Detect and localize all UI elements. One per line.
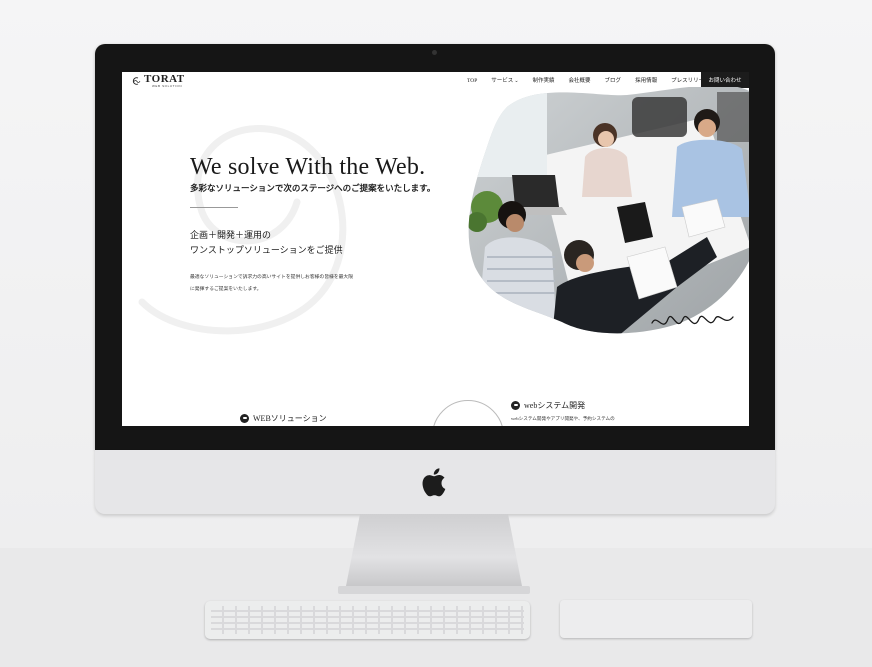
service-web-system-desc: webシステム開発やアプリ開発や、予約システムの xyxy=(511,416,615,421)
service-badge-icon xyxy=(511,400,520,410)
service-badge-icon xyxy=(240,413,249,423)
nav-item-works[interactable]: 制作実績 xyxy=(526,77,562,87)
hero-divider xyxy=(190,207,238,208)
logo-subtext: WEB SOLUTION xyxy=(152,84,183,88)
hero-meeting-photo xyxy=(468,87,749,334)
website-screen: TORAT WEB SOLUTION TOP サービス⌄ 制作実績 会社概要 ブ… xyxy=(122,72,749,426)
site-logo[interactable]: TORAT WEB SOLUTION xyxy=(132,73,184,90)
trackpad xyxy=(560,600,752,638)
nav-menu: TOP サービス⌄ 制作実績 会社概要 ブログ 採用情報 プレスリリース xyxy=(460,77,716,87)
nav-item-service[interactable]: サービス⌄ xyxy=(484,77,525,87)
service-web-system[interactable]: webシステム開発 xyxy=(511,399,585,411)
monitor-chin xyxy=(95,450,775,514)
contact-button[interactable]: お問い合わせ xyxy=(701,72,749,88)
hero-lead-line1: 企画＋開発＋運用の xyxy=(190,230,272,240)
hero-desc-line2: に発揮するご提案をいたします。 xyxy=(190,287,262,292)
nav-item-company[interactable]: 会社概要 xyxy=(562,77,598,87)
keyboard xyxy=(205,601,530,639)
service-web-solution-label: WEBソリューション xyxy=(253,413,327,423)
nav-item-blog[interactable]: ブログ xyxy=(598,77,629,87)
monitor-stand xyxy=(338,514,530,594)
hero-title: We solve With the Web. xyxy=(190,154,426,180)
background-loop-decoration xyxy=(138,125,347,335)
service-circle-decoration xyxy=(432,400,504,426)
chevron-down-icon: ⌄ xyxy=(514,79,519,84)
hero-subtitle: 多彩なソリューションで次のステージへのご提案をいたします。 xyxy=(190,183,436,193)
nav-item-service-label: サービス xyxy=(491,78,514,84)
apple-logo-icon xyxy=(422,468,446,497)
nav-item-top[interactable]: TOP xyxy=(460,77,484,87)
hero-lead-line2: ワンストップソリューションをご提供 xyxy=(190,245,343,255)
camera-icon xyxy=(432,50,437,55)
service-web-solution[interactable]: WEBソリューション xyxy=(240,412,327,424)
hero-desc-line1: 最適なソリューションで訴求力の高いサイトを提供しお客様の皆様を最大限 xyxy=(190,275,354,280)
service-web-system-label: webシステム開発 xyxy=(524,400,586,410)
nav-item-recruit[interactable]: 採用情報 xyxy=(628,77,664,87)
